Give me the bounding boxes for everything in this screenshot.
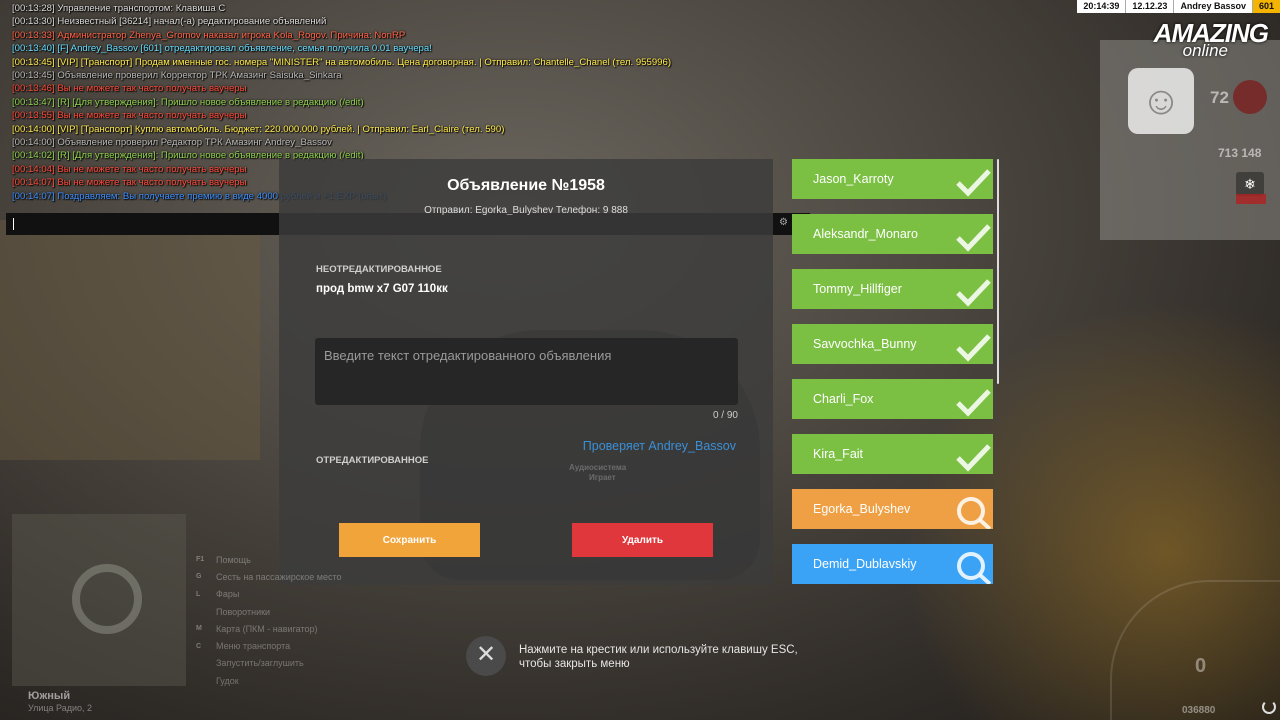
reviewer-item[interactable]: Demid_Dublavskiy xyxy=(792,544,993,584)
hud-player-name: Andrey Bassov xyxy=(1174,0,1253,13)
reviewer-name: Savvochka_Bunny xyxy=(813,337,917,351)
checkmark-icon xyxy=(955,440,991,474)
key-hint-label: Меню транспорта xyxy=(216,641,291,652)
reviewer-name: Kira_Fait xyxy=(813,447,864,461)
save-button[interactable]: Сохранить xyxy=(339,523,480,557)
chat-line: [00:13:46] Вы не можете так часто получа… xyxy=(12,83,247,95)
key-hint-row: Гудок xyxy=(196,672,342,689)
health-circle-icon xyxy=(1233,80,1267,114)
checkmark-icon xyxy=(955,165,991,199)
reviewer-name: Demid_Dublavskiy xyxy=(813,557,917,571)
key-hint-label: Сесть на пассажирское место xyxy=(216,571,342,582)
chat-line: [00:13:40] [F] Andrey_Bassov [601] отред… xyxy=(12,43,432,55)
checker-label: Проверяет Andrey_Bassov xyxy=(582,439,736,453)
hud-money: 713 148 xyxy=(1218,146,1262,160)
checkmark-icon xyxy=(955,220,991,254)
reviewer-name: Egorka_Bulyshev xyxy=(813,502,911,516)
checkmark-icon xyxy=(955,385,991,419)
key-hint-label: Помощь xyxy=(216,554,251,565)
pet-avatar-icon: ☺ xyxy=(1128,68,1194,134)
edited-label: ОТРЕДАКТИРОВАННОЕ xyxy=(316,455,429,466)
ad-sender-info: Отправил: Egorka_Bulyshev Телефон: 9 888 xyxy=(424,205,628,215)
snowflake-icon: ❄ xyxy=(1236,172,1264,196)
edited-ad-input[interactable] xyxy=(315,338,738,405)
key-hint-label: Поворотники xyxy=(216,606,271,617)
chat-line: [00:14:00] [VIP] [Транспорт] Куплю автом… xyxy=(12,123,505,135)
minimap-street: Улица Радио, 2 xyxy=(28,703,93,713)
minimap xyxy=(12,514,186,686)
odometer: 036880 xyxy=(1182,705,1216,716)
key-hint-row: C Меню транспорта xyxy=(196,637,342,654)
chat-input-caret xyxy=(13,218,14,230)
chat-line: [00:14:00] Объявление проверил Редактор … xyxy=(12,137,332,149)
reviewer-item[interactable]: Kira_Fait xyxy=(792,434,993,474)
key-cap: M xyxy=(196,625,202,633)
reviewer-item[interactable]: Jason_Karroty xyxy=(792,159,993,199)
char-counter: 0 / 90 xyxy=(712,410,738,421)
original-label: НЕОТРЕДАКТИРОВАННОЕ xyxy=(316,264,442,275)
close-hint-line1: Нажмите на крестик или используйте клави… xyxy=(519,644,798,656)
bg-playing-label: Играет xyxy=(589,473,616,482)
key-hint-row: M Карта (ПКМ - навигатор) xyxy=(196,620,342,637)
game-logo: AMAZING online xyxy=(1154,18,1269,61)
loading-icon xyxy=(1262,700,1276,714)
close-hint-line2: чтобы закрыть меню xyxy=(519,658,630,670)
checkmark-icon xyxy=(955,330,991,364)
chat-line: [00:13:55] Вы не можете так часто получа… xyxy=(12,110,247,122)
hud-health: 72 xyxy=(1210,88,1229,107)
key-hint-label: Запустить/заглушить xyxy=(216,658,304,669)
background-wall xyxy=(0,220,260,460)
key-cap: F1 xyxy=(196,556,205,564)
key-hint-row: Поворотники xyxy=(196,603,342,620)
key-cap: C xyxy=(196,642,202,650)
chat-line: [00:13:45] [VIP] [Транспорт] Продам имен… xyxy=(12,56,672,68)
chat-line: [00:13:47] [R] [Для утверждения]: Пришло… xyxy=(12,96,364,108)
key-hint-label: Гудок xyxy=(216,675,239,686)
reviewer-name: Tommy_Hillfiger xyxy=(813,282,902,296)
reviewer-item[interactable]: Tommy_Hillfiger xyxy=(792,269,993,309)
search-icon xyxy=(955,495,992,529)
reviewer-name: Jason_Karroty xyxy=(813,172,894,186)
key-hints: F1 Помощь G Сесть на пассажирское место L Фар… xyxy=(196,551,342,689)
hud-time: 20:14:39 xyxy=(1077,0,1127,13)
checkmark-icon xyxy=(955,275,991,309)
chat-line: [00:13:30] Неизвестный [36214] начал(-а)… xyxy=(12,16,327,28)
ad-edit-modal: Объявление №1958 Отправил: Egorka_Bulysh… xyxy=(279,159,773,585)
search-icon xyxy=(955,550,992,584)
bg-audio-label: Аудиосистема xyxy=(569,463,627,472)
hud-status-bar: 20:14:39 12.12.23 Andrey Bassov 601 xyxy=(1077,0,1280,13)
gear-icon[interactable]: ⚙ xyxy=(779,217,788,228)
key-cap: L xyxy=(196,590,201,598)
key-hint-row: L Фары xyxy=(196,586,342,603)
speed-value: 0 xyxy=(1195,655,1207,677)
reviewer-item[interactable]: Aleksandr_Monaro xyxy=(792,214,993,254)
chat-line: [00:13:33] Администратор Zhenya_Gromov н… xyxy=(12,29,406,41)
close-hint: Нажмите на крестик или используйте клави… xyxy=(519,643,798,671)
hud-date: 12.12.23 xyxy=(1126,0,1175,13)
reviewer-item[interactable]: Charli_Fox xyxy=(792,379,993,419)
reviewer-list-scrollbar[interactable] xyxy=(997,159,999,384)
minimap-roundabout xyxy=(72,564,142,634)
reviewer-item[interactable]: Egorka_Bulyshev xyxy=(792,489,993,529)
key-hint-row: G Сесть на пассажирское место xyxy=(196,568,342,585)
reviewer-name: Aleksandr_Monaro xyxy=(813,227,918,241)
key-hint-label: Карта (ПКМ - навигатор) xyxy=(216,623,318,634)
key-hint-label: Фары xyxy=(216,589,240,600)
chat-line: [00:13:28] Управление транспортом: Клави… xyxy=(12,3,226,14)
chat-line: [00:13:45] Объявление проверил Корректор… xyxy=(12,70,342,82)
key-hint-row: Запустить/заглушить xyxy=(196,655,342,672)
modal-title: Объявление №1958 xyxy=(447,177,605,194)
reviewer-list: Jason_Karroty Aleksandr_Monaro Tommy_Hillf… xyxy=(792,159,993,599)
close-button[interactable]: ✕ xyxy=(466,636,506,676)
key-hint-row: F1 Помощь xyxy=(196,551,342,568)
hud-player-id: 601 xyxy=(1252,0,1280,13)
minimap-zone: Южный xyxy=(28,690,71,702)
delete-button[interactable]: Удалить xyxy=(572,523,713,557)
reviewer-item[interactable]: Savvochka_Bunny xyxy=(792,324,993,364)
reviewer-name: Charli_Fox xyxy=(813,392,874,406)
key-cap: G xyxy=(196,573,202,581)
hud-indicator xyxy=(1236,194,1266,204)
original-ad-text: прод bmw x7 G07 110кк xyxy=(316,283,448,295)
